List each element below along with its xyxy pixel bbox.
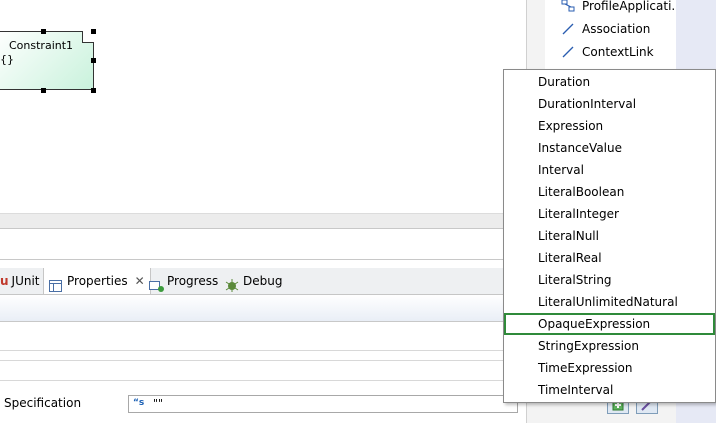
menu-item-string-expression[interactable]: StringExpression	[504, 335, 715, 357]
palette-item-label: ProfileApplicati...	[582, 0, 683, 13]
constraint-shape[interactable]: Constraint1 {}	[0, 31, 94, 90]
value-specification-menu: Duration DurationInterval Expression Ins…	[503, 69, 716, 403]
menu-item-literal-unlimited-natural[interactable]: LiteralUnlimitedNatural	[504, 291, 715, 313]
constraint-name[interactable]: Constraint1	[9, 39, 73, 52]
association-line-icon	[561, 22, 575, 36]
menu-item-time-expression[interactable]: TimeExpression	[504, 357, 715, 379]
tab-properties[interactable]: Properties ✕	[43, 268, 151, 294]
tab-label: Debug	[243, 274, 283, 288]
menu-item-literal-null[interactable]: LiteralNull	[504, 225, 715, 247]
debug-icon	[225, 275, 239, 292]
property-row	[0, 330, 525, 351]
menu-item-expression[interactable]: Expression	[504, 115, 715, 137]
palette-drawer: ProfileApplicati... Association ContextL…	[545, 0, 683, 70]
tab-debug[interactable]: Debug	[225, 268, 282, 294]
tab-progress[interactable]: Progress	[149, 268, 218, 294]
tab-label: Progress	[167, 274, 219, 288]
diagram-canvas[interactable]: Constraint1 {}	[0, 0, 525, 213]
selection-handle[interactable]	[91, 58, 96, 63]
properties-toolbar	[0, 295, 525, 322]
menu-item-literal-string[interactable]: LiteralString	[504, 269, 715, 291]
views-tab-bar: u JUnit Properties ✕ Progress Debug	[0, 268, 525, 295]
menu-item-literal-real[interactable]: LiteralReal	[504, 247, 715, 269]
context-link-line-icon	[561, 45, 575, 59]
palette-item-label: ContextLink	[582, 45, 654, 59]
menu-item-duration[interactable]: Duration	[504, 71, 715, 93]
properties-icon	[49, 275, 62, 292]
profile-application-icon	[561, 0, 575, 13]
selection-handle[interactable]	[91, 88, 96, 93]
constraint-specification[interactable]: {}	[0, 53, 14, 66]
selection-handle[interactable]	[41, 88, 46, 93]
tab-junit[interactable]: u JUnit	[0, 268, 40, 294]
menu-item-instance-value[interactable]: InstanceValue	[504, 137, 715, 159]
tab-label: JUnit	[11, 274, 40, 288]
canvas-scrollbar[interactable]	[0, 213, 525, 228]
specification-label: Specification	[4, 396, 82, 410]
palette-item-association[interactable]: Association	[561, 19, 650, 39]
literal-string-icon: “s	[133, 398, 145, 408]
menu-item-literal-boolean[interactable]: LiteralBoolean	[504, 181, 715, 203]
junit-icon: u	[0, 274, 9, 288]
palette-item-profile-application[interactable]: ProfileApplicati...	[561, 0, 683, 16]
property-row	[0, 352, 525, 361]
menu-item-interval[interactable]: Interval	[504, 159, 715, 181]
property-row	[0, 362, 525, 381]
selection-handle[interactable]	[41, 29, 46, 34]
editor-strip	[0, 228, 525, 260]
specification-field[interactable]: “s ""	[128, 395, 518, 413]
menu-item-opaque-expression[interactable]: OpaqueExpression	[504, 313, 715, 335]
menu-item-time-interval[interactable]: TimeInterval	[504, 379, 715, 401]
selection-handle[interactable]	[91, 29, 96, 34]
tab-label: Properties	[67, 274, 128, 288]
palette-item-context-link[interactable]: ContextLink	[561, 42, 654, 62]
close-icon[interactable]: ✕	[135, 268, 145, 294]
progress-icon	[149, 275, 164, 292]
menu-item-literal-integer[interactable]: LiteralInteger	[504, 203, 715, 225]
menu-item-duration-interval[interactable]: DurationInterval	[504, 93, 715, 115]
palette-item-label: Association	[582, 22, 651, 36]
specification-value: ""	[153, 397, 164, 410]
